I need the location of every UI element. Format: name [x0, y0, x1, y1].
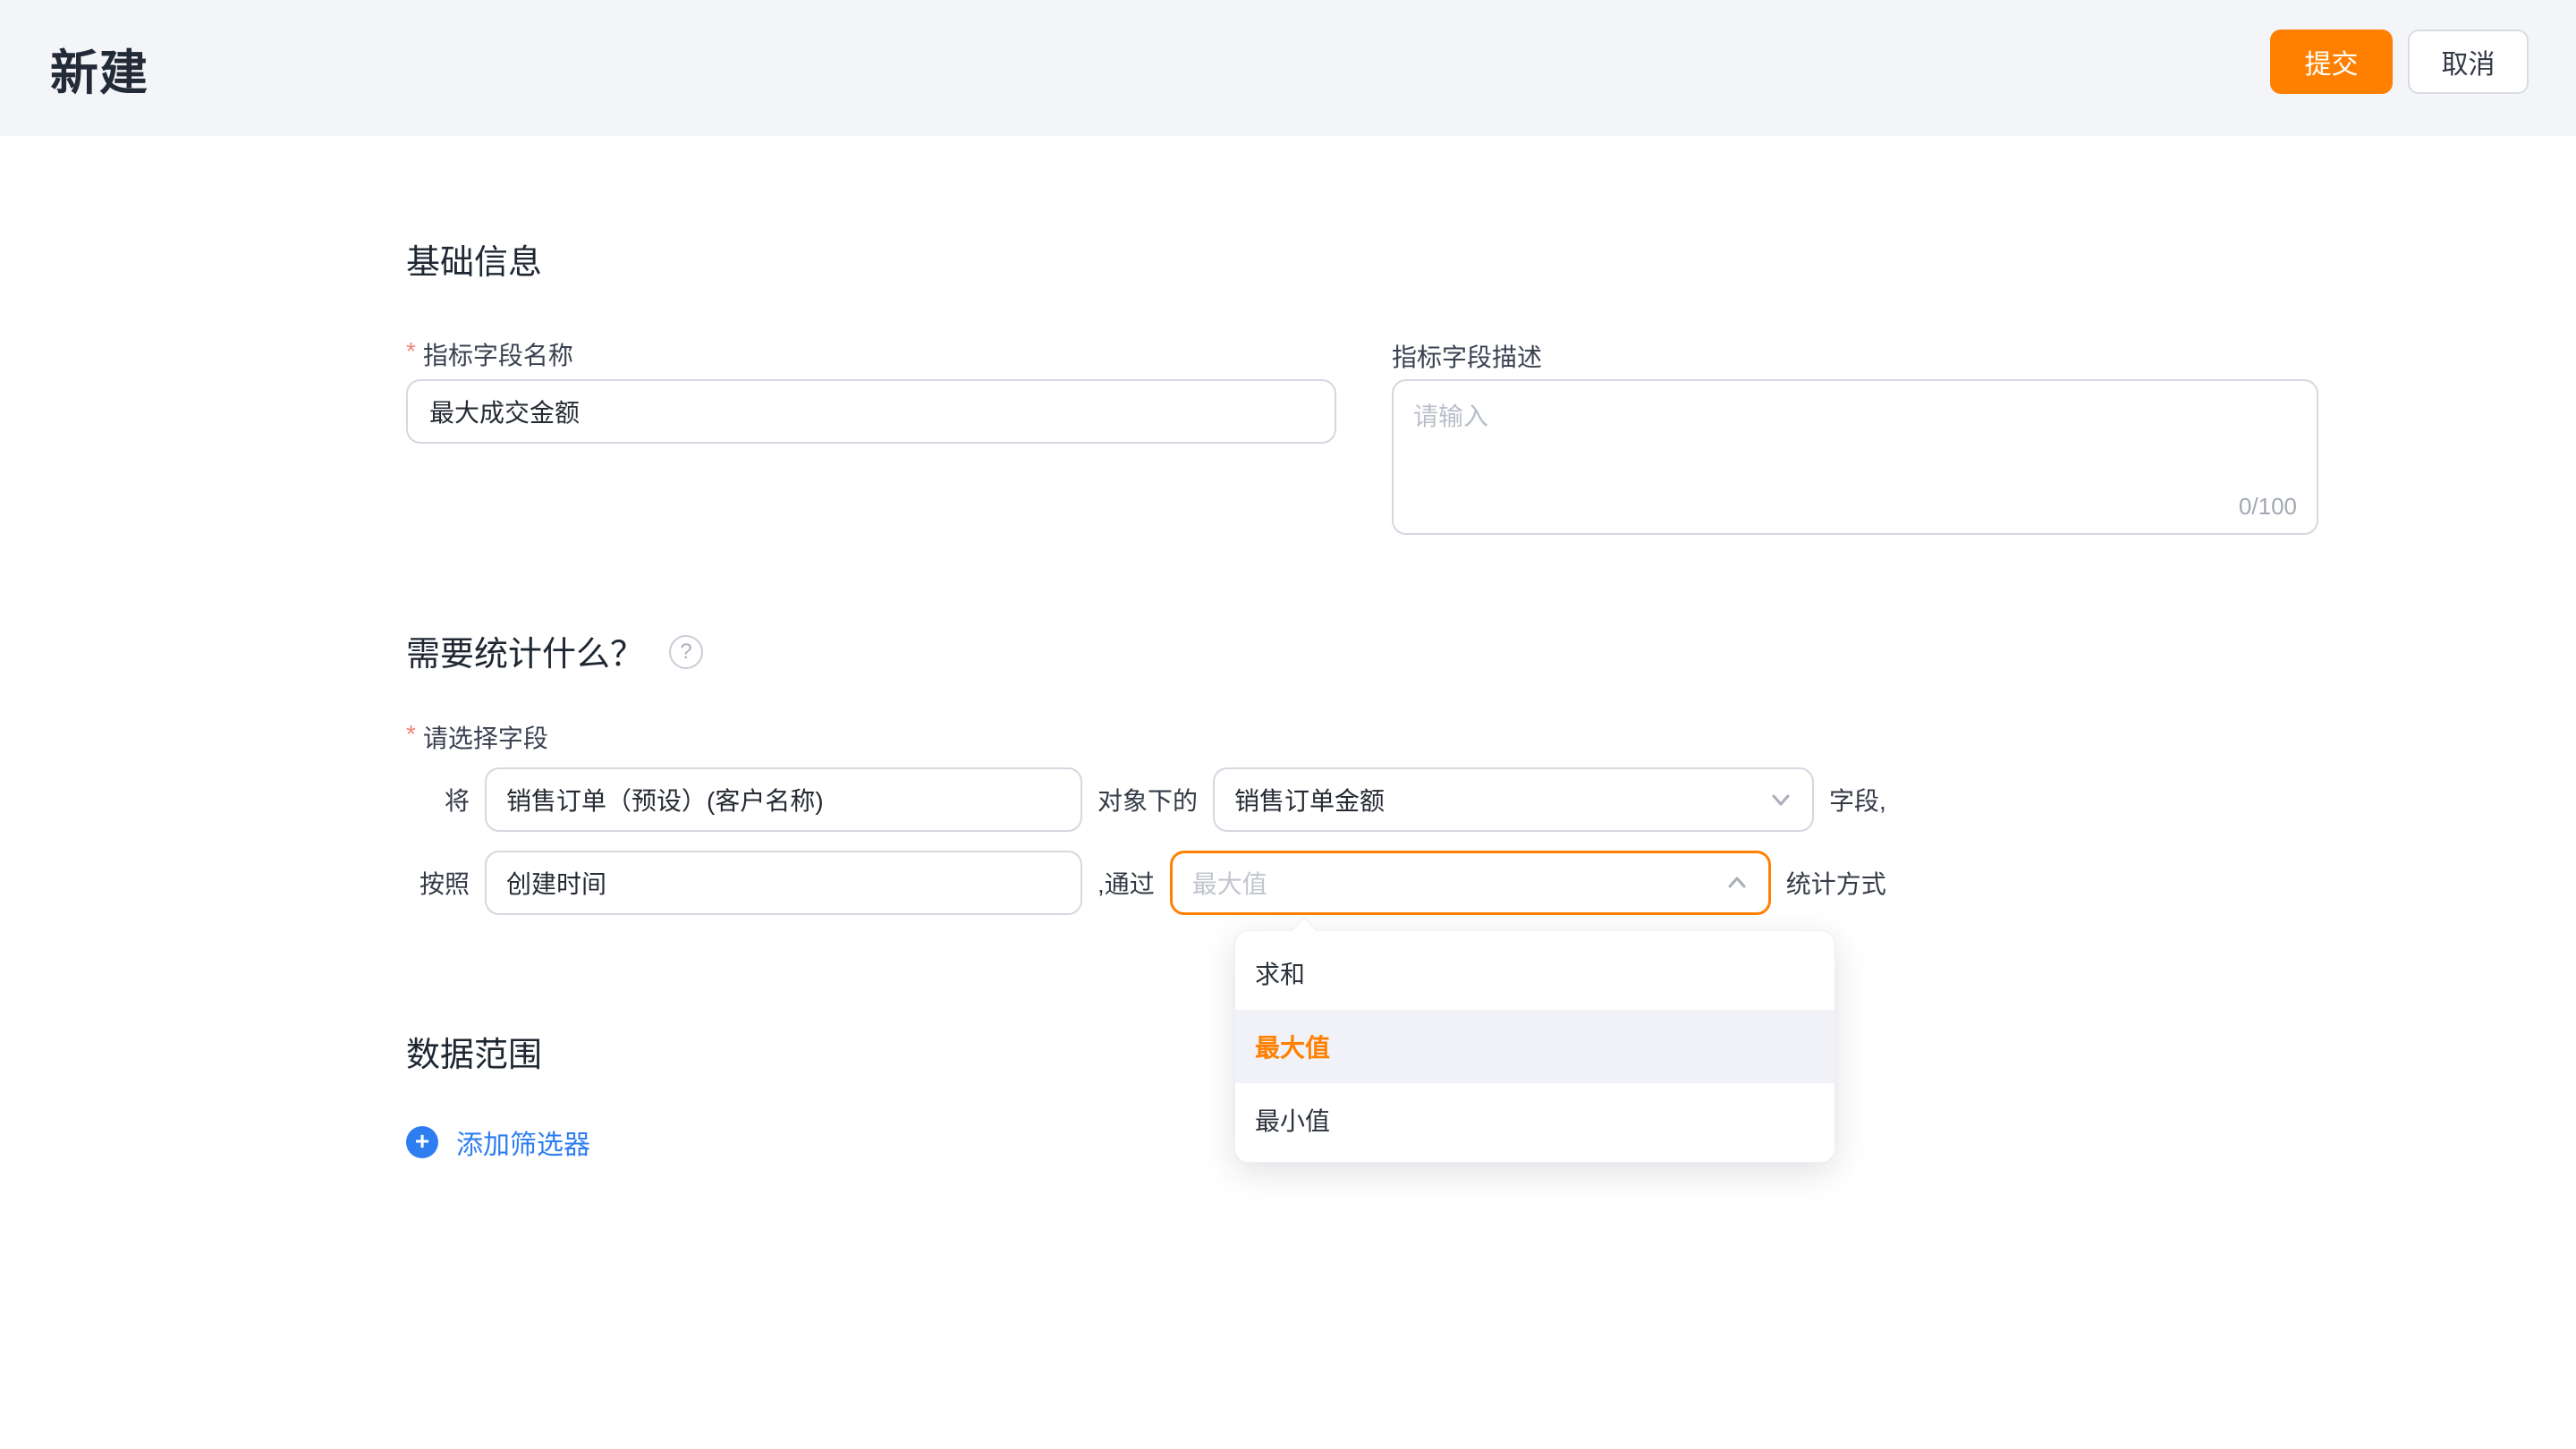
stat-row-method: 按照 创建时间 ,通过 最大值 统计方式 [406, 851, 1886, 915]
header-actions: 提交 取消 [2270, 30, 2529, 94]
chevron-down-icon [1767, 786, 1794, 813]
stat-method-select[interactable]: 最大值 [1170, 851, 1771, 915]
select-field-label: * 请选择字段 [406, 719, 548, 755]
stat-method-dropdown: 求和 最大值 最小值 [1234, 930, 1835, 1163]
page-header: 新建 提交 取消 [0, 0, 2576, 136]
metric-desc-label: 指标字段描述 [1392, 338, 1542, 374]
row2-prefix: 按照 [406, 865, 470, 901]
dropdown-option-min[interactable]: 最小值 [1235, 1083, 1835, 1157]
plus-icon: + [406, 1126, 438, 1158]
stat-row-object: 将 销售订单（预设）(客户名称) 对象下的 销售订单金额 字段, [406, 767, 1886, 832]
char-counter: 0/100 [2239, 493, 2297, 521]
help-icon[interactable]: ? [669, 635, 703, 669]
required-mark: * [406, 336, 416, 367]
row1-suffix: 字段, [1829, 782, 1886, 818]
select-field-label-text: 请选择字段 [423, 719, 548, 755]
submit-button[interactable]: 提交 [2270, 30, 2393, 94]
stat-method-placeholder: 最大值 [1192, 865, 1267, 901]
row1-prefix: 将 [406, 782, 470, 818]
dropdown-option-sum[interactable]: 求和 [1235, 936, 1835, 1010]
dropdown-option-max[interactable]: 最大值 [1235, 1010, 1835, 1083]
data-scope-heading: 数据范围 [406, 1027, 542, 1076]
new-metric-page: 新建 提交 取消 基础信息 * 指标字段名称 最大成交金额 指标字段描述 请输入… [0, 0, 2576, 1449]
object-select[interactable]: 销售订单（预设）(客户名称) [485, 767, 1082, 832]
add-filter-label: 添加筛选器 [456, 1123, 590, 1162]
metric-desc-label-text: 指标字段描述 [1392, 338, 1542, 374]
object-select-value: 销售订单（预设）(客户名称) [506, 782, 824, 818]
metric-name-input[interactable]: 最大成交金额 [406, 379, 1336, 444]
row2-middle: ,通过 [1097, 865, 1155, 901]
field-select[interactable]: 销售订单金额 [1213, 767, 1814, 832]
row2-suffix: 统计方式 [1786, 865, 1886, 901]
group-by-value: 创建时间 [506, 865, 606, 901]
required-mark: * [406, 719, 416, 750]
cancel-button[interactable]: 取消 [2408, 30, 2529, 94]
metric-desc-textarea[interactable]: 请输入 0/100 [1392, 379, 2318, 535]
metric-name-value: 最大成交金额 [429, 394, 580, 429]
chevron-up-icon [1724, 869, 1750, 896]
stat-heading-text: 需要统计什么？ [406, 626, 644, 675]
row1-middle: 对象下的 [1097, 782, 1198, 818]
page-title: 新建 [50, 33, 148, 104]
metric-name-label-text: 指标字段名称 [423, 336, 573, 372]
metric-name-label: * 指标字段名称 [406, 336, 573, 372]
stat-section-heading: 需要统计什么？ ? [406, 626, 703, 675]
metric-desc-placeholder: 请输入 [1413, 397, 1488, 433]
group-by-select[interactable]: 创建时间 [485, 851, 1082, 915]
field-select-value: 销售订单金额 [1234, 782, 1385, 818]
add-filter-button[interactable]: + 添加筛选器 [406, 1123, 590, 1162]
basic-info-heading: 基础信息 [406, 234, 542, 284]
